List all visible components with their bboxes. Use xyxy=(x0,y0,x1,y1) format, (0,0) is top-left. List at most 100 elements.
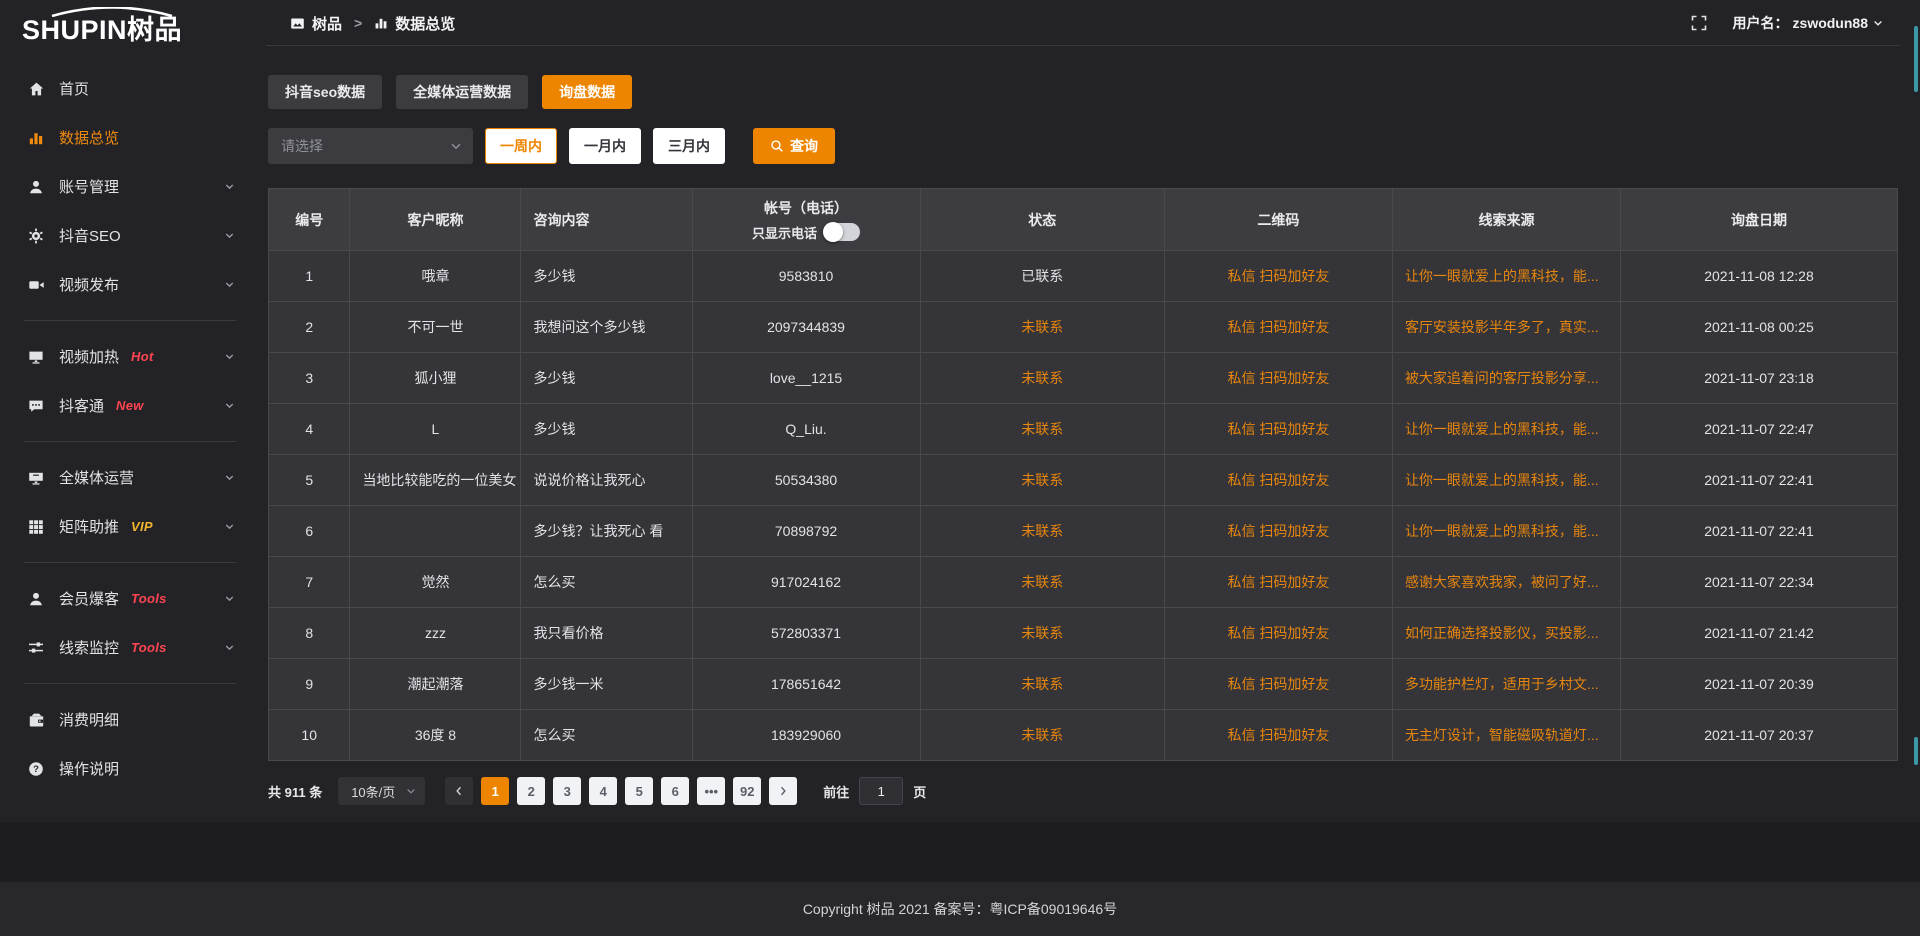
period-week-button[interactable]: 一周内 xyxy=(485,128,557,164)
sidebar-item-label: 抖客通 xyxy=(59,395,104,416)
table-header-row: 编号 客户昵称 咨询内容 帐号（电话） 只显示电话 状态 二维码 线索来源 xyxy=(269,189,1898,251)
tab-omni-media-data[interactable]: 全媒体运营数据 xyxy=(396,75,528,109)
cell-source-link[interactable]: 被大家追着问的客厅投影分享... xyxy=(1392,353,1620,404)
chevron-down-icon xyxy=(223,278,236,291)
page-button-1[interactable]: 1 xyxy=(481,777,509,805)
toggle-knob xyxy=(823,222,843,242)
sidebar-divider xyxy=(24,320,236,321)
cell-nickname: 36度 8 xyxy=(350,710,521,761)
sidebar-item-home[interactable]: 首页 xyxy=(0,64,260,113)
cell-qr-link[interactable]: 私信 扫码加好友 xyxy=(1164,302,1392,353)
scrollbar-thumb[interactable] xyxy=(1914,737,1918,765)
copyright-text: Copyright 树品 2021 备案号：粤ICP备09019646号 xyxy=(803,901,1117,917)
page-button-4[interactable]: 4 xyxy=(589,777,617,805)
table-body: 1 哦章 多少钱 9583810 已联系 私信 扫码加好友 让你一眼就爱上的黑科… xyxy=(269,251,1898,761)
tab-douyin-seo-data[interactable]: 抖音seo数据 xyxy=(268,75,382,109)
page-ellipsis-button[interactable]: ••• xyxy=(697,777,725,805)
sidebar-item-lead-monitoring[interactable]: 线索监控 Tools xyxy=(0,623,260,672)
cell-account: 917024162 xyxy=(692,557,920,608)
chevron-down-icon xyxy=(405,785,417,797)
cell-source-link[interactable]: 让你一眼就爱上的黑科技，能... xyxy=(1392,506,1620,557)
cell-qr-link[interactable]: 私信 扫码加好友 xyxy=(1164,251,1392,302)
chevron-down-icon xyxy=(223,399,236,412)
breadcrumb-root[interactable]: 树品 xyxy=(290,13,342,34)
cell-date: 2021-11-07 22:41 xyxy=(1620,455,1897,506)
cell-qr-link[interactable]: 私信 扫码加好友 xyxy=(1164,557,1392,608)
scrollbar-thumb[interactable] xyxy=(1914,26,1918,92)
tab-inquiry-data[interactable]: 询盘数据 xyxy=(542,75,632,109)
topbar: 树品 > 数据总览 用户名： zswodun88 xyxy=(260,0,1920,46)
period-month-button[interactable]: 一月内 xyxy=(569,128,641,164)
user-menu[interactable]: 用户名： zswodun88 xyxy=(1733,13,1884,33)
cell-status: 已联系 xyxy=(920,251,1164,302)
cell-source-link[interactable]: 无主灯设计，智能磁吸轨道灯... xyxy=(1392,710,1620,761)
sidebar-item-data-overview[interactable]: 数据总览 xyxy=(0,113,260,162)
cell-no: 5 xyxy=(269,455,350,506)
cell-qr-link[interactable]: 私信 扫码加好友 xyxy=(1164,353,1392,404)
col-header-account: 帐号（电话） 只显示电话 xyxy=(692,189,920,251)
sidebar-item-douketong[interactable]: 抖客通 New xyxy=(0,381,260,430)
table-row: 1 哦章 多少钱 9583810 已联系 私信 扫码加好友 让你一眼就爱上的黑科… xyxy=(269,251,1898,302)
sidebar-item-matrix-boost[interactable]: 矩阵助推 VIP xyxy=(0,502,260,551)
cell-qr-link[interactable]: 私信 扫码加好友 xyxy=(1164,710,1392,761)
filter-bar: 请选择 一周内 一月内 三月内 查询 xyxy=(268,128,1898,164)
sidebar-item-video-heating[interactable]: 视频加热 Hot xyxy=(0,332,260,381)
cell-content: 多少钱 xyxy=(521,251,692,302)
cell-date: 2021-11-07 20:39 xyxy=(1620,659,1897,710)
cell-qr-link[interactable]: 私信 扫码加好友 xyxy=(1164,404,1392,455)
cell-qr-link[interactable]: 私信 扫码加好友 xyxy=(1164,659,1392,710)
cell-content: 我只看价格 xyxy=(521,608,692,659)
cell-no: 6 xyxy=(269,506,350,557)
cell-source-link[interactable]: 让你一眼就爱上的黑科技，能... xyxy=(1392,404,1620,455)
sidebar-item-member-baoke[interactable]: 会员爆客 Tools xyxy=(0,574,260,623)
cell-qr-link[interactable]: 私信 扫码加好友 xyxy=(1164,455,1392,506)
fullscreen-icon[interactable] xyxy=(1691,15,1707,31)
page-size-select[interactable]: 10条/页 xyxy=(338,777,425,805)
cell-status: 未联系 xyxy=(920,710,1164,761)
period-quarter-button[interactable]: 三月内 xyxy=(653,128,725,164)
prev-page-button[interactable] xyxy=(445,777,473,805)
cell-source-link[interactable]: 多功能护栏灯，适用于乡村文... xyxy=(1392,659,1620,710)
cell-account: Q_Liu. xyxy=(692,404,920,455)
cell-content: 多少钱 xyxy=(521,353,692,404)
page-button-6[interactable]: 6 xyxy=(661,777,689,805)
cell-account: 178651642 xyxy=(692,659,920,710)
sidebar-item-douyin-seo[interactable]: 抖音SEO xyxy=(0,211,260,260)
grid-icon xyxy=(28,519,46,535)
cell-source-link[interactable]: 感谢大家喜欢我家，被问了好... xyxy=(1392,557,1620,608)
page-button-5[interactable]: 5 xyxy=(625,777,653,805)
sidebar-item-operation-guide[interactable]: ? 操作说明 xyxy=(0,744,260,793)
table-row: 8 zzz 我只看价格 572803371 未联系 私信 扫码加好友 如何正确选… xyxy=(269,608,1898,659)
page-button-3[interactable]: 3 xyxy=(553,777,581,805)
cell-date: 2021-11-07 21:42 xyxy=(1620,608,1897,659)
page-button-92[interactable]: 92 xyxy=(733,777,761,805)
content: 抖音seo数据 全媒体运营数据 询盘数据 请选择 一周内 一月内 三月内 查询 xyxy=(260,46,1920,805)
page-button-2[interactable]: 2 xyxy=(517,777,545,805)
col-header-source: 线索来源 xyxy=(1392,189,1620,251)
cell-content: 怎么买 xyxy=(521,710,692,761)
sidebar-item-label: 全媒体运营 xyxy=(59,467,134,488)
cell-source-link[interactable]: 让你一眼就爱上的黑科技，能... xyxy=(1392,455,1620,506)
search-button[interactable]: 查询 xyxy=(753,128,835,164)
goto-page-input[interactable] xyxy=(859,777,903,805)
col-header-date: 询盘日期 xyxy=(1620,189,1897,251)
cell-qr-link[interactable]: 私信 扫码加好友 xyxy=(1164,506,1392,557)
cell-nickname: 潮起潮落 xyxy=(350,659,521,710)
filter-select[interactable]: 请选择 xyxy=(268,128,473,164)
sidebar-item-omni-media[interactable]: 全媒体运营 xyxy=(0,453,260,502)
sidebar-item-consumption-details[interactable]: 消费明细 xyxy=(0,695,260,744)
cell-qr-link[interactable]: 私信 扫码加好友 xyxy=(1164,608,1392,659)
phone-only-toggle[interactable] xyxy=(825,223,860,241)
cell-source-link[interactable]: 让你一眼就爱上的黑科技，能... xyxy=(1392,251,1620,302)
sidebar-item-account-management[interactable]: 账号管理 xyxy=(0,162,260,211)
cell-source-link[interactable]: 如何正确选择投影仪，买投影... xyxy=(1392,608,1620,659)
breadcrumb-current[interactable]: 数据总览 xyxy=(374,13,455,34)
cell-content: 我想问这个多少钱 xyxy=(521,302,692,353)
cell-nickname: zzz xyxy=(350,608,521,659)
cell-source-link[interactable]: 客厅安装投影半年多了，真实... xyxy=(1392,302,1620,353)
chevron-down-icon xyxy=(223,471,236,484)
sidebar-item-video-publish[interactable]: 视频发布 xyxy=(0,260,260,309)
next-page-button[interactable] xyxy=(769,777,797,805)
sidebar-item-label: 视频加热 xyxy=(59,346,119,367)
col-header-account-label: 帐号（电话） xyxy=(705,198,908,218)
